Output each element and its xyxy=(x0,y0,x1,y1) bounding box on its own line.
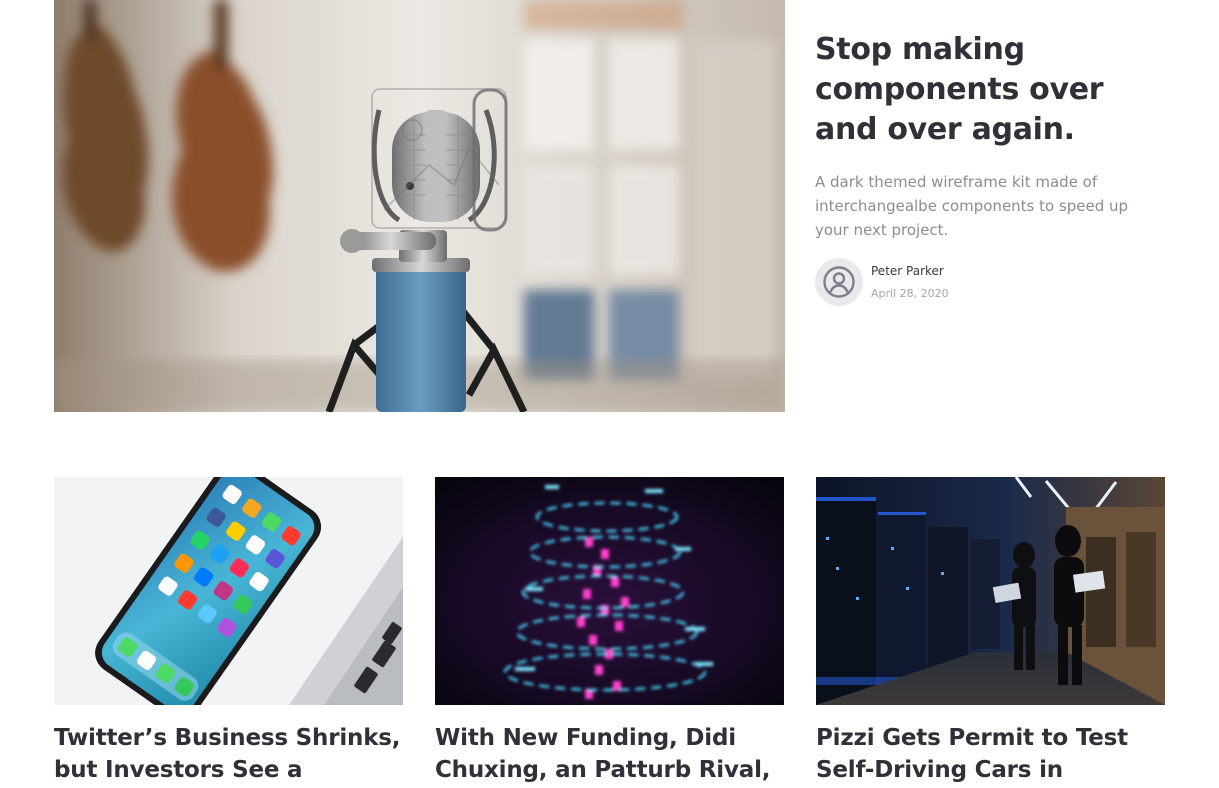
publish-date: April 28, 2020 xyxy=(871,287,949,300)
card-image-neon-spiral[interactable] xyxy=(435,477,784,705)
card-image-server-room[interactable] xyxy=(816,477,1165,705)
card-image-smartphone[interactable] xyxy=(54,477,403,705)
hero-description: A dark themed wireframe kit made of inte… xyxy=(815,173,1129,239)
author-name[interactable]: Peter Parker xyxy=(871,263,949,279)
card-title[interactable]: Pizzi Gets Permit to Test Self-Driving C… xyxy=(816,722,1165,786)
author-meta: Peter Parker April 28, 2020 xyxy=(871,263,949,301)
avatar[interactable] xyxy=(815,258,863,306)
card-title[interactable]: Twitter’s Business Shrinks, but Investor… xyxy=(54,722,403,788)
hero-title[interactable]: Stop making components over and over aga… xyxy=(815,30,1155,150)
user-circle-icon xyxy=(823,266,855,298)
article-card[interactable]: Twitter’s Business Shrinks, but Investor… xyxy=(54,477,403,788)
article-card[interactable]: Pizzi Gets Permit to Test Self-Driving C… xyxy=(816,477,1165,786)
hero-image[interactable] xyxy=(54,0,785,412)
card-title[interactable]: With New Funding, Didi Chuxing, an Pattu… xyxy=(435,722,784,786)
article-card[interactable]: With New Funding, Didi Chuxing, an Pattu… xyxy=(435,477,784,786)
author-block: Peter Parker April 28, 2020 xyxy=(815,258,1155,306)
hero-text: Stop making components over and over aga… xyxy=(815,30,1155,306)
